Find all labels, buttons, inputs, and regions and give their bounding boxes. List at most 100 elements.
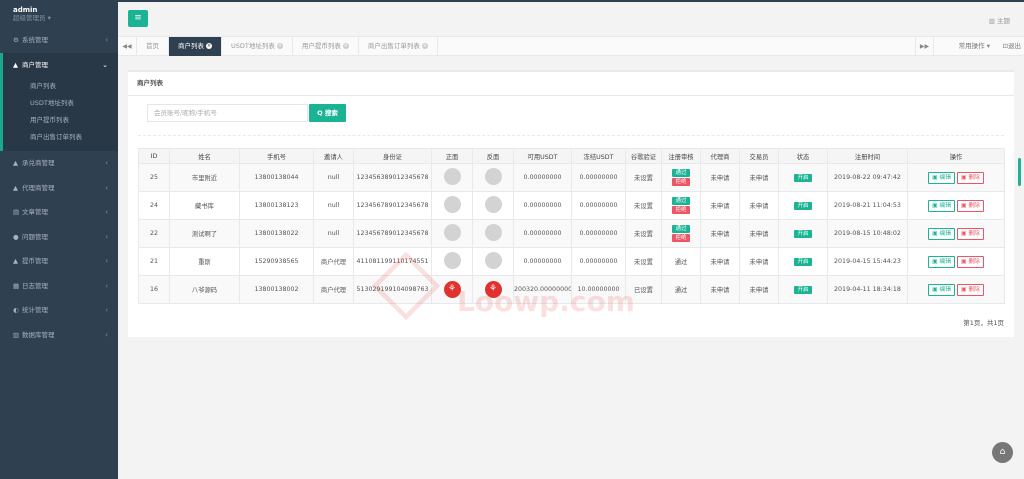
id-photo-back-icon[interactable]	[484, 196, 502, 213]
sidebar-item[interactable]: ▥ 数据库管理 ‹	[0, 323, 118, 348]
id-photo-front-icon[interactable]	[443, 168, 461, 185]
column-header: 邀请人	[313, 148, 354, 164]
delete-button[interactable]: ▣ 删除	[957, 227, 984, 240]
cell-idcard: 123456789012345678	[353, 219, 432, 248]
scrollbar-thumb[interactable]	[1018, 158, 1021, 186]
close-icon[interactable]: ×	[276, 43, 283, 49]
delete-button[interactable]: ▣ 删除	[957, 255, 984, 268]
common-ops-dropdown[interactable]: 常用操作 ▾	[959, 37, 990, 56]
cell-time: 2019-08-21 11:04:53	[827, 191, 908, 220]
cell-frozen: 0.00000000	[571, 191, 626, 220]
id-photo-back-icon[interactable]	[484, 168, 502, 185]
cell-front: ⚘	[431, 275, 473, 304]
status-toggle-button[interactable]: 开启	[794, 229, 812, 238]
user-role[interactable]: 超级管理员 ▾	[13, 14, 118, 23]
cell-actions: ▣ 编辑 ▣ 删除	[907, 163, 1005, 192]
tabs-prev-icon[interactable]: ◀◀	[118, 37, 137, 56]
edit-button[interactable]: ▣ 编辑	[928, 283, 955, 296]
chevron-left-icon: ‹	[105, 257, 108, 265]
sidebar-subitem[interactable]: USDT地址列表	[3, 95, 118, 112]
status-toggle-button[interactable]: 开启	[794, 257, 812, 266]
cell-frozen: 0.00000000	[571, 219, 626, 248]
edit-button[interactable]: ▣ 编辑	[928, 199, 955, 212]
sidebar-item[interactable]: ▲ 商户管理 ⌄	[0, 52, 118, 77]
cell-actions: ▣ 编辑 ▣ 删除	[907, 275, 1005, 304]
edit-button[interactable]: ▣ 编辑	[928, 227, 955, 240]
cell-google: 未设置	[625, 163, 662, 192]
cell-trader: 未申请	[739, 191, 779, 220]
sidebar-subitem[interactable]: 商户列表	[3, 78, 118, 95]
reject-button[interactable]: 拒绝	[672, 206, 690, 214]
panel-title: 商户列表	[128, 72, 1014, 96]
cell-front	[431, 163, 473, 192]
cell-actions: ▣ 编辑 ▣ 删除	[907, 191, 1005, 220]
close-icon[interactable]: ×	[206, 43, 212, 49]
tab[interactable]: 用户提币列表 ×	[293, 37, 359, 56]
id-photo-back-icon[interactable]	[484, 252, 502, 269]
sidebar-item[interactable]: ▤ 文章管理 ‹	[0, 200, 118, 225]
merchant-table: ID 姓名 手机号 邀请人 身份证 正面 反面 可用USDT 冻结USDT 谷歌验证 注册审核 代理商…	[138, 148, 1005, 304]
username: admin	[13, 6, 38, 14]
cell-usdt: 0.00000000	[513, 219, 572, 248]
tab[interactable]: 首页	[137, 37, 169, 56]
id-photo-front-icon[interactable]	[443, 252, 461, 269]
sidebar-item[interactable]: ● 问题管理 ‹	[0, 225, 118, 250]
cell-actions: ▣ 编辑 ▣ 删除	[907, 219, 1005, 248]
cell-back	[472, 163, 514, 192]
sidebar-item-label: 代理商管理	[22, 183, 55, 192]
column-header: 状态	[778, 148, 828, 164]
status-toggle-button[interactable]: 开启	[794, 173, 812, 182]
id-photo-back-icon[interactable]	[484, 224, 502, 241]
search-button[interactable]: Q 搜索	[309, 104, 346, 122]
edit-button[interactable]: ▣ 编辑	[928, 171, 955, 184]
approve-button[interactable]: 通过	[672, 225, 690, 233]
menu-toggle-button[interactable]: ≡	[128, 10, 148, 27]
theme-button[interactable]: ▥ 主题	[989, 15, 1010, 25]
sidebar-item[interactable]: ▦ 日志管理 ‹	[0, 274, 118, 299]
reject-button[interactable]: 拒绝	[672, 178, 690, 186]
column-header: 正面	[431, 148, 473, 164]
sidebar-item[interactable]: ▲ 代理商管理 ‹	[0, 176, 118, 201]
approve-button[interactable]: 通过	[672, 197, 690, 205]
delete-button[interactable]: ▣ 删除	[957, 283, 984, 296]
sidebar-item-label: 文章管理	[22, 208, 48, 216]
sidebar-item[interactable]: ▲ 承兑商管理 ‹	[0, 151, 118, 176]
close-icon[interactable]: ×	[421, 43, 428, 49]
approve-button[interactable]: 通过	[672, 169, 690, 177]
cell-phone: 15290938565	[239, 247, 314, 276]
sidebar-item-label: 商户管理	[22, 60, 48, 69]
close-icon[interactable]: ×	[342, 43, 349, 49]
tabs-next-icon[interactable]: ▶▶	[915, 37, 934, 56]
id-photo-front-icon[interactable]	[443, 196, 461, 213]
cell-idcard: 513029199104098763	[353, 275, 432, 304]
sidebar-subitem[interactable]: 商户出售订单列表	[3, 129, 118, 146]
home-fab-icon[interactable]: ⌂	[992, 442, 1013, 463]
id-photo-front-icon[interactable]	[443, 224, 461, 241]
status-toggle-button[interactable]: 开启	[794, 285, 812, 294]
audit-actions: 通过 拒绝	[672, 169, 690, 186]
cell-frozen: 0.00000000	[571, 247, 626, 276]
tab[interactable]: 商户出售订单列表 ×	[359, 37, 438, 56]
tab[interactable]: USDT地址列表 ×	[222, 37, 293, 56]
tab[interactable]: 商户列表 ×	[169, 37, 222, 56]
edit-button[interactable]: ▣ 编辑	[928, 255, 955, 268]
sidebar-item[interactable]: ⚙ 系统管理 ‹	[0, 28, 118, 53]
delete-button[interactable]: ▣ 删除	[957, 199, 984, 212]
reject-button[interactable]: 拒绝	[672, 234, 690, 242]
status-toggle-button[interactable]: 开启	[794, 201, 812, 210]
id-photo-back-icon[interactable]: ⚘	[484, 281, 502, 298]
column-header: 代理商	[700, 148, 740, 164]
profile[interactable]: admin 超级管理员 ▾	[0, 0, 118, 28]
sidebar-item[interactable]: ◐ 统计管理 ‹	[0, 298, 118, 323]
column-header: 可用USDT	[513, 148, 572, 164]
sidebar-submenu: 商户列表 USDT地址列表 用户提币列表 商户出售订单列表	[0, 77, 118, 151]
column-header: 身份证	[353, 148, 432, 164]
logout-button[interactable]: ⊡退出	[1003, 37, 1021, 56]
search-input[interactable]	[147, 104, 308, 122]
database-icon: ▥	[13, 330, 20, 339]
id-photo-front-icon[interactable]: ⚘	[443, 281, 461, 298]
sidebar-subitem[interactable]: 用户提币列表	[3, 112, 118, 129]
cell-phone: 13800138002	[239, 275, 314, 304]
sidebar-item[interactable]: ▲ 提币管理 ‹	[0, 249, 118, 274]
delete-button[interactable]: ▣ 删除	[957, 171, 984, 184]
